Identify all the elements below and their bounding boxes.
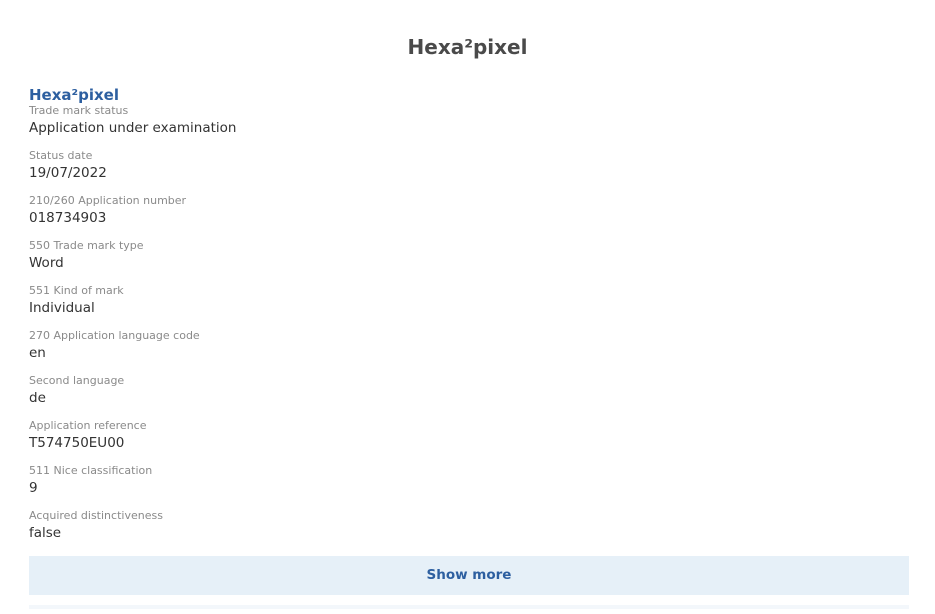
field-status-date: Status date 19/07/2022	[29, 148, 909, 193]
trademark-details: Hexa²pixel Trade mark status Application…	[29, 85, 909, 553]
field-label: 511 Nice classification	[29, 464, 153, 477]
field-value: de	[29, 390, 46, 406]
field-value: false	[29, 525, 62, 541]
field-application-language-code: 270 Application language code en	[29, 328, 909, 373]
field-application-number: 210/260 Application number 018734903	[29, 193, 909, 238]
field-value: en	[29, 345, 46, 361]
field-label: Second language	[29, 374, 125, 387]
field-acquired-distinctiveness: Acquired distinctiveness false	[29, 508, 909, 553]
field-label: 551 Kind of mark	[29, 284, 124, 297]
field-value: Word	[29, 255, 64, 271]
field-value: 9	[29, 480, 38, 496]
field-label: 270 Application language code	[29, 329, 200, 342]
divider	[29, 605, 909, 609]
field-trade-mark-status: Trade mark status Application under exam…	[29, 103, 909, 148]
field-label: Trade mark status	[29, 104, 129, 117]
trademark-detail-page: Hexa²pixel Hexa²pixel Trade mark status …	[0, 0, 935, 614]
field-value: T574750EU00	[29, 435, 125, 451]
field-label: Status date	[29, 149, 93, 162]
field-second-language: Second language de	[29, 373, 909, 418]
field-value: Application under examination	[29, 120, 237, 136]
field-value: 018734903	[29, 210, 107, 226]
show-more-button[interactable]: Show more	[29, 556, 909, 595]
field-label: 210/260 Application number	[29, 194, 187, 207]
field-label: Acquired distinctiveness	[29, 509, 163, 522]
field-application-reference: Application reference T574750EU00	[29, 418, 909, 463]
field-trade-mark-type: 550 Trade mark type Word	[29, 238, 909, 283]
field-nice-classification: 511 Nice classification 9	[29, 463, 909, 508]
field-label: 550 Trade mark type	[29, 239, 144, 252]
page-title: Hexa²pixel	[407, 35, 528, 59]
field-label: Application reference	[29, 419, 147, 432]
field-value: Individual	[29, 300, 95, 316]
field-value: 19/07/2022	[29, 165, 107, 181]
mark-name: Hexa²pixel	[29, 86, 119, 104]
field-kind-of-mark: 551 Kind of mark Individual	[29, 283, 909, 328]
